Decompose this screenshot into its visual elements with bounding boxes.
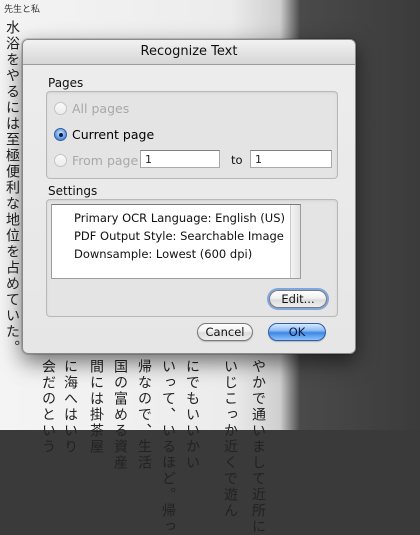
radio-indicator bbox=[54, 102, 67, 115]
document-column: に海へはいり bbox=[62, 359, 78, 455]
setting-downsample: Downsample: Lowest (600 dpi) bbox=[74, 247, 253, 261]
document-column: 水浴をやるには至極便利な地位を占めていた。 bbox=[4, 20, 20, 356]
settings-section-label: Settings bbox=[48, 184, 98, 198]
document-column: やかで通いまして近所に bbox=[250, 359, 266, 535]
cancel-button[interactable]: Cancel bbox=[197, 323, 253, 341]
document-column: いって、いるほど。帰っ bbox=[160, 359, 176, 535]
edit-button[interactable]: Edit... bbox=[269, 290, 327, 308]
to-page-field[interactable]: 1 bbox=[250, 150, 332, 168]
pages-group: All pages Current page From page 1 to 1 bbox=[46, 91, 338, 179]
recognize-text-dialog: Recognize Text Pages All pages Current p… bbox=[22, 39, 356, 354]
document-column: 国の富める資産 bbox=[112, 359, 128, 471]
radio-current-page[interactable]: Current page bbox=[54, 127, 154, 142]
radio-from-page-label: From page bbox=[72, 153, 139, 168]
setting-pdf-output-style: PDF Output Style: Searchable Image bbox=[74, 229, 284, 243]
pages-section-label: Pages bbox=[48, 76, 84, 90]
document-column: にでもいいかい bbox=[184, 359, 200, 471]
radio-indicator-selected bbox=[54, 128, 67, 141]
to-label: to bbox=[231, 153, 243, 167]
list-scrollbar[interactable] bbox=[290, 205, 300, 278]
document-column: いじこっか近くで遊ん bbox=[222, 359, 238, 519]
settings-group: Primary OCR Language: English (US) PDF O… bbox=[46, 199, 338, 317]
settings-summary-list: Primary OCR Language: English (US) PDF O… bbox=[51, 204, 301, 279]
radio-indicator bbox=[54, 154, 67, 167]
dialog-title: Recognize Text bbox=[23, 40, 355, 65]
document-column: 会だのという bbox=[40, 359, 56, 455]
radio-from-page[interactable]: From page bbox=[54, 153, 138, 168]
document-column: 帰なので、生活 bbox=[136, 359, 152, 471]
from-page-field[interactable]: 1 bbox=[140, 150, 220, 168]
document-text-bottom: 会だのという に海へはいり 間には掛茶屋 国の富める資産 帰なので、生活 いって… bbox=[0, 355, 420, 535]
radio-current-page-label: Current page bbox=[72, 127, 155, 142]
ok-button[interactable]: OK bbox=[268, 323, 326, 341]
radio-all-pages[interactable]: All pages bbox=[54, 101, 129, 116]
setting-ocr-language: Primary OCR Language: English (US) bbox=[74, 211, 285, 225]
radio-all-pages-label: All pages bbox=[72, 101, 130, 116]
document-column: 間には掛茶屋 bbox=[88, 359, 104, 455]
